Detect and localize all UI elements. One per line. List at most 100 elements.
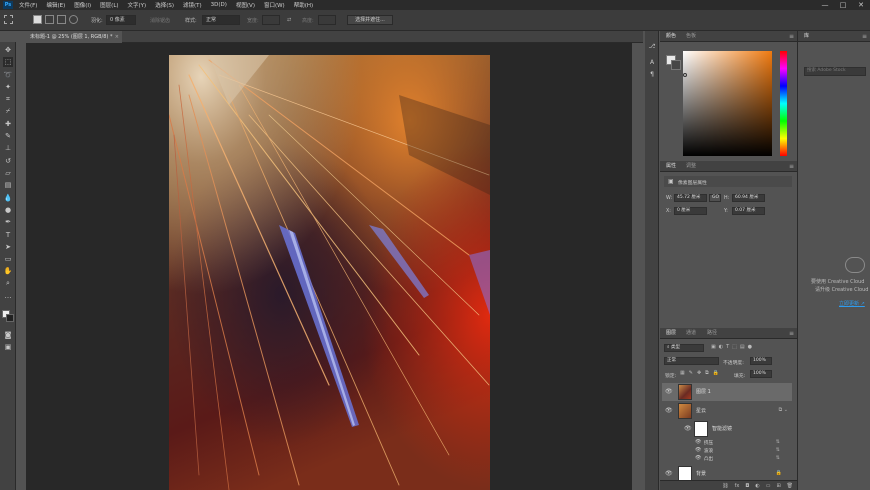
quick-mask-icon[interactable]: ◙ xyxy=(3,330,13,340)
tab-channels[interactable]: 通道 xyxy=(686,328,696,339)
move-tool-icon[interactable]: ✥ xyxy=(3,45,13,55)
width-input[interactable] xyxy=(262,15,280,25)
lock-transparent-icon[interactable]: ▦ xyxy=(680,370,685,376)
filter-toggle-icon[interactable]: ● xyxy=(748,344,752,352)
menu-help[interactable]: 帮助(H) xyxy=(294,1,313,9)
menu-window[interactable]: 窗口(W) xyxy=(264,1,285,9)
menu-image[interactable]: 图像(I) xyxy=(74,1,91,9)
antialias-checkbox[interactable]: 消除锯齿 xyxy=(150,17,170,24)
color-picker-cursor[interactable] xyxy=(683,73,687,77)
lasso-tool-icon[interactable]: ➰ xyxy=(3,70,13,80)
tab-color[interactable]: 颜色 xyxy=(666,31,676,42)
filter-options-icon[interactable]: ⇅ xyxy=(776,439,780,445)
lock-position-icon[interactable]: ✥ xyxy=(697,370,701,376)
clone-stamp-tool-icon[interactable]: ⊥ xyxy=(3,143,13,153)
visibility-eye-icon[interactable]: 👁 xyxy=(695,447,701,453)
minimize-button[interactable]: — xyxy=(816,0,834,10)
tab-paths[interactable]: 路径 xyxy=(707,328,717,339)
link-layers-icon[interactable]: ⛓ xyxy=(722,483,728,489)
marquee-tool-icon[interactable]: ⬚ xyxy=(3,57,13,68)
layer-row-selected[interactable]: 👁 图层 1 xyxy=(662,383,792,401)
menu-edit[interactable]: 编辑(E) xyxy=(46,1,65,9)
lock-image-icon[interactable]: ✎ xyxy=(689,370,693,376)
marquee-tool-icon[interactable] xyxy=(4,15,13,24)
stock-search-input[interactable]: 搜索 Adobe Stock xyxy=(804,67,866,76)
filter-row[interactable]: 👁 挤压 ⇅ xyxy=(662,439,792,447)
opacity-input[interactable]: 100% xyxy=(750,357,772,365)
link-button[interactable]: GO xyxy=(709,194,721,202)
y-input[interactable]: 0.07 厘米 xyxy=(732,207,765,215)
paragraph-icon[interactable]: ¶ xyxy=(647,69,657,79)
tab-layers[interactable]: 图层 xyxy=(666,328,676,339)
tab-libraries[interactable]: 库 xyxy=(804,31,809,42)
subtract-selection-icon[interactable] xyxy=(57,15,66,24)
gradient-tool-icon[interactable]: ▤ xyxy=(3,180,13,190)
screen-mode-icon[interactable]: ▣ xyxy=(3,342,13,352)
close-tab-icon[interactable]: × xyxy=(115,31,119,43)
layer-row[interactable]: 👁 星云 ⧉ ⌄ xyxy=(662,402,792,420)
layer-row-smart-filters[interactable]: 👁 智能滤镜 xyxy=(662,420,792,438)
document-canvas[interactable] xyxy=(169,55,490,490)
zoom-tool-icon[interactable]: ⌕ xyxy=(3,279,13,289)
adjustment-layer-icon[interactable]: ◐ xyxy=(755,483,759,489)
filter-type-icon[interactable]: T xyxy=(726,344,729,352)
update-link[interactable]: 立即更新 ↗ xyxy=(839,300,865,307)
filter-options-icon[interactable]: ⇅ xyxy=(776,447,780,453)
visibility-eye-icon[interactable]: 👁 xyxy=(695,455,701,461)
lock-all-icon[interactable]: 🔒 xyxy=(713,370,719,376)
tab-swatches[interactable]: 色板 xyxy=(686,31,696,42)
add-selection-icon[interactable] xyxy=(45,15,54,24)
select-and-mask-button[interactable]: 选择并遮住... xyxy=(347,15,393,25)
lock-artboard-icon[interactable]: ⧉ xyxy=(705,370,709,376)
filter-adjust-icon[interactable]: ◐ xyxy=(719,344,723,352)
new-layer-icon[interactable]: ⊞ xyxy=(776,483,780,489)
filter-row[interactable]: 👁 波浪 ⇅ xyxy=(662,447,792,455)
new-selection-icon[interactable] xyxy=(33,15,42,24)
visibility-eye-icon[interactable]: 👁 xyxy=(665,388,673,395)
brush-tool-icon[interactable]: ✎ xyxy=(3,131,13,141)
shape-tool-icon[interactable]: ▭ xyxy=(3,254,13,264)
filter-options-icon[interactable]: ⇅ xyxy=(776,455,780,461)
x-input[interactable]: 0 厘米 xyxy=(674,207,707,215)
visibility-eye-icon[interactable]: 👁 xyxy=(665,470,673,477)
visibility-eye-icon[interactable]: 👁 xyxy=(684,425,692,432)
tab-properties[interactable]: 属性 xyxy=(666,161,676,172)
background-color-swatch[interactable] xyxy=(671,60,681,70)
more-tools-icon[interactable]: … xyxy=(3,291,13,301)
swap-icon[interactable]: ⇄ xyxy=(287,17,291,23)
menu-view[interactable]: 视图(V) xyxy=(236,1,255,9)
menu-filter[interactable]: 滤镜(T) xyxy=(183,1,202,9)
hue-slider[interactable] xyxy=(780,51,787,156)
maximize-button[interactable]: □ xyxy=(834,0,852,10)
menu-layer[interactable]: 图层(L) xyxy=(100,1,118,9)
add-mask-icon[interactable]: ◘ xyxy=(745,483,749,489)
height-input[interactable] xyxy=(318,15,336,25)
menu-type[interactable]: 文字(Y) xyxy=(128,1,147,9)
eraser-tool-icon[interactable]: ▱ xyxy=(3,168,13,178)
tab-adjustments[interactable]: 调整 xyxy=(686,161,696,172)
visibility-eye-icon[interactable]: 👁 xyxy=(695,439,701,445)
h-input[interactable]: 60.94 厘米 xyxy=(732,194,765,202)
color-picker-field[interactable] xyxy=(683,51,772,156)
healing-brush-tool-icon[interactable]: ✚ xyxy=(3,119,13,129)
fill-input[interactable]: 100% xyxy=(750,370,772,378)
canvas-area[interactable] xyxy=(26,43,632,490)
hand-tool-icon[interactable]: ✋ xyxy=(3,266,13,276)
character-icon[interactable]: A xyxy=(647,57,657,67)
type-tool-icon[interactable]: T xyxy=(3,230,13,240)
history-icon[interactable]: ⎇ xyxy=(647,41,657,51)
layer-filter-select[interactable]: ⌕ 类型 xyxy=(664,344,704,352)
style-select[interactable]: 正常 xyxy=(202,15,240,25)
new-group-icon[interactable]: ▭ xyxy=(766,483,771,489)
close-button[interactable]: ✕ xyxy=(852,0,870,10)
intersect-selection-icon[interactable] xyxy=(69,15,78,24)
eyedropper-tool-icon[interactable]: ⌿ xyxy=(3,107,13,117)
menu-file[interactable]: 文件(F) xyxy=(19,1,37,9)
menu-3d[interactable]: 3D(D) xyxy=(211,2,227,8)
panel-menu-icon[interactable]: ≡ xyxy=(862,31,867,42)
document-tab[interactable]: 未标题-1 @ 25% (图层 1, RGB/8) * × xyxy=(26,31,122,43)
w-input[interactable]: 45.72 厘米 xyxy=(674,194,707,202)
filter-smart-icon[interactable]: ▤ xyxy=(740,344,745,352)
dodge-tool-icon[interactable]: ● xyxy=(3,205,13,215)
history-brush-tool-icon[interactable]: ↺ xyxy=(3,156,13,166)
